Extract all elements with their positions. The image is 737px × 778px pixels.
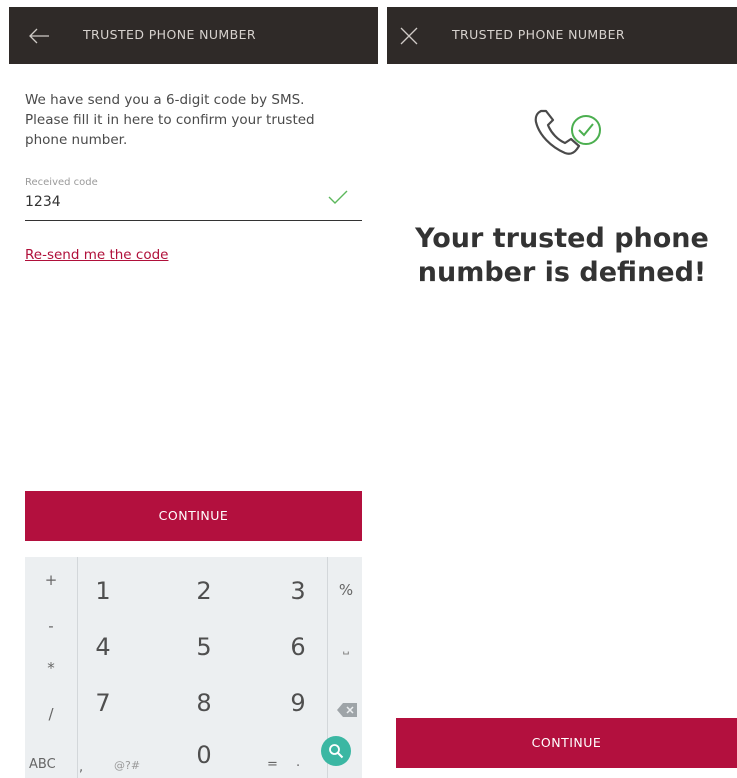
success-message: Your trusted phone number is defined! [415, 223, 709, 288]
key-5[interactable]: 5 [174, 633, 234, 661]
top-bar: TRUSTED PHONE NUMBER [387, 7, 737, 64]
key-3[interactable]: 3 [268, 577, 328, 605]
key-4[interactable]: 4 [73, 633, 133, 661]
key-plus[interactable]: + [36, 571, 66, 589]
key-multiply[interactable]: * [36, 659, 66, 677]
page-title: TRUSTED PHONE NUMBER [452, 27, 625, 42]
check-icon [328, 190, 348, 204]
key-2[interactable]: 2 [174, 577, 234, 605]
close-icon[interactable] [397, 24, 421, 48]
page-title: TRUSTED PHONE NUMBER [83, 27, 256, 42]
search-key[interactable] [321, 736, 351, 766]
key-6[interactable]: 6 [268, 633, 328, 661]
key-7[interactable]: 7 [73, 689, 133, 717]
code-field-underline [25, 220, 362, 221]
phone-check-icon [534, 109, 601, 155]
key-1[interactable]: 1 [73, 577, 133, 605]
key-equals[interactable]: = [267, 757, 278, 772]
resend-code-link[interactable]: Re-send me the code [25, 247, 168, 263]
key-symbols[interactable]: @?# [114, 759, 140, 772]
back-arrow-icon[interactable] [27, 24, 51, 48]
key-percent[interactable]: % [331, 581, 361, 599]
continue-button[interactable]: CONTINUE [396, 718, 737, 768]
top-bar: TRUSTED PHONE NUMBER [9, 7, 378, 64]
search-icon [329, 744, 344, 759]
key-abc[interactable]: ABC [29, 757, 56, 772]
key-divide[interactable]: / [36, 705, 66, 723]
key-0[interactable]: 0 [174, 741, 234, 769]
continue-button[interactable]: CONTINUE [25, 491, 362, 541]
key-minus[interactable]: - [36, 617, 66, 635]
instructions-text: We have send you a 6-digit code by SMS. … [25, 92, 315, 148]
code-field-label: Received code [25, 177, 98, 188]
success-screen: TRUSTED PHONE NUMBER Your trusted phone … [387, 0, 737, 778]
numeric-keypad: + - * / 1 2 3 4 5 6 7 8 9 0 % ⎵ ABC , @?… [25, 557, 362, 778]
key-dot[interactable]: . [296, 755, 300, 770]
key-9[interactable]: 9 [268, 689, 328, 717]
code-input[interactable]: 1234 [25, 194, 61, 210]
backspace-icon[interactable] [336, 702, 358, 718]
key-space[interactable]: ⎵ [331, 637, 361, 655]
key-8[interactable]: 8 [174, 689, 234, 717]
key-comma[interactable]: , [79, 760, 83, 775]
code-entry-screen: TRUSTED PHONE NUMBER We have send you a … [9, 0, 378, 778]
